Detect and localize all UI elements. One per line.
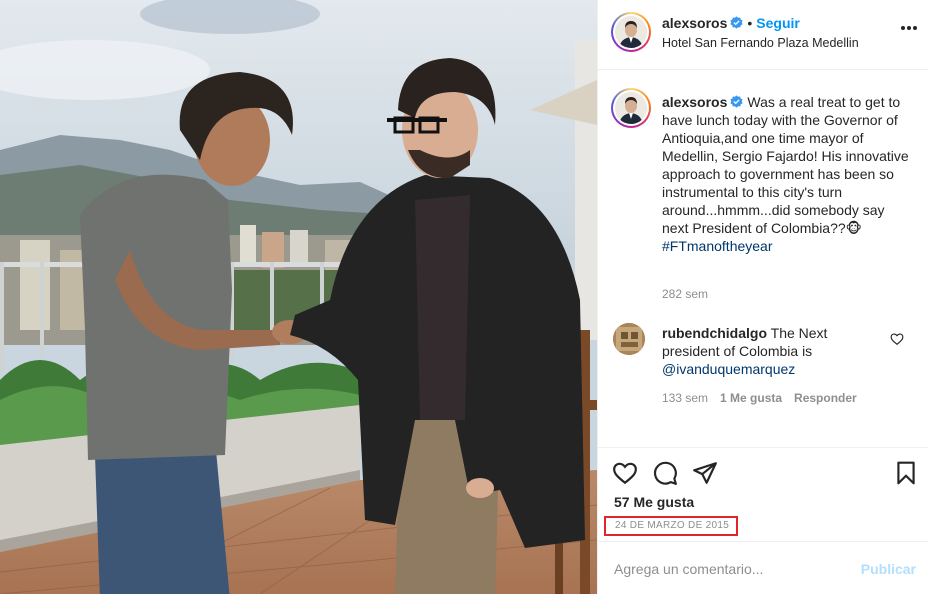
comment-likes-count[interactable]: 1 Me gusta — [720, 391, 782, 405]
caption-author-avatar[interactable] — [611, 88, 651, 128]
comment-timestamp[interactable]: 133 sem — [662, 391, 708, 405]
caption-text: Was a real treat to get to have lunch to… — [662, 94, 909, 236]
post-date[interactable]: 24 DE MARZO DE 2015 — [604, 516, 738, 536]
commenter-avatar[interactable] — [613, 323, 645, 355]
comment-reply-button[interactable]: Responder — [794, 391, 857, 405]
comment-mention-link[interactable]: @ivanduquemarquez — [662, 361, 795, 377]
heart-icon[interactable] — [612, 460, 638, 486]
publish-button[interactable]: Publicar — [861, 561, 916, 577]
add-comment-bar: Agrega un comentario... Publicar — [598, 543, 928, 594]
post-photo-illustration — [0, 0, 597, 594]
author-username[interactable]: alexsoros — [662, 15, 727, 31]
commenter-username[interactable]: rubendchidalgo — [662, 325, 767, 341]
bookmark-icon[interactable] — [893, 460, 919, 486]
comment-bubble-icon[interactable] — [652, 460, 678, 486]
post-side-panel: alexsoros • Seguir Hotel San Fernando Plaz… — [597, 0, 928, 594]
small-heart-icon[interactable] — [890, 332, 904, 346]
author-avatar-image — [615, 16, 647, 48]
post-actions: 57 Me gusta 24 DE MARZO DE 2015 — [598, 447, 928, 542]
author-avatar[interactable] — [611, 12, 651, 52]
header-separator: • — [747, 15, 753, 31]
post-caption: alexsoros Was a real treat to get to have… — [662, 93, 912, 255]
comment-item: rubendchidalgo The Next president of Col… — [662, 324, 882, 378]
header-title-line: alexsoros • Seguir — [662, 15, 800, 31]
commenter-avatar-image — [613, 323, 645, 355]
comment-meta: 133 sem 1 Me gusta Responder — [662, 391, 857, 405]
comments-section[interactable]: alexsoros Was a real treat to get to have… — [598, 71, 928, 447]
follow-button[interactable]: Seguir — [756, 15, 800, 31]
post-photo[interactable] — [0, 0, 597, 594]
caption-timestamp[interactable]: 282 sem — [662, 287, 708, 301]
verified-badge-icon — [730, 95, 743, 108]
paper-plane-icon[interactable] — [692, 460, 718, 486]
caption-username[interactable]: alexsoros — [662, 94, 727, 110]
comment-input[interactable]: Agrega un comentario... — [614, 561, 763, 577]
verified-badge-icon — [730, 16, 743, 29]
caption-avatar-image — [615, 92, 647, 124]
post-header: alexsoros • Seguir Hotel San Fernando Plaz… — [598, 0, 928, 70]
instagram-post: alexsoros • Seguir Hotel San Fernando Plaz… — [0, 0, 928, 594]
caption-hashtag-link[interactable]: #FTmanoftheyear — [662, 238, 773, 254]
more-options-icon[interactable] — [901, 26, 917, 30]
likes-count[interactable]: 57 Me gusta — [614, 494, 694, 510]
post-location-link[interactable]: Hotel San Fernando Plaza Medellin — [662, 36, 859, 50]
